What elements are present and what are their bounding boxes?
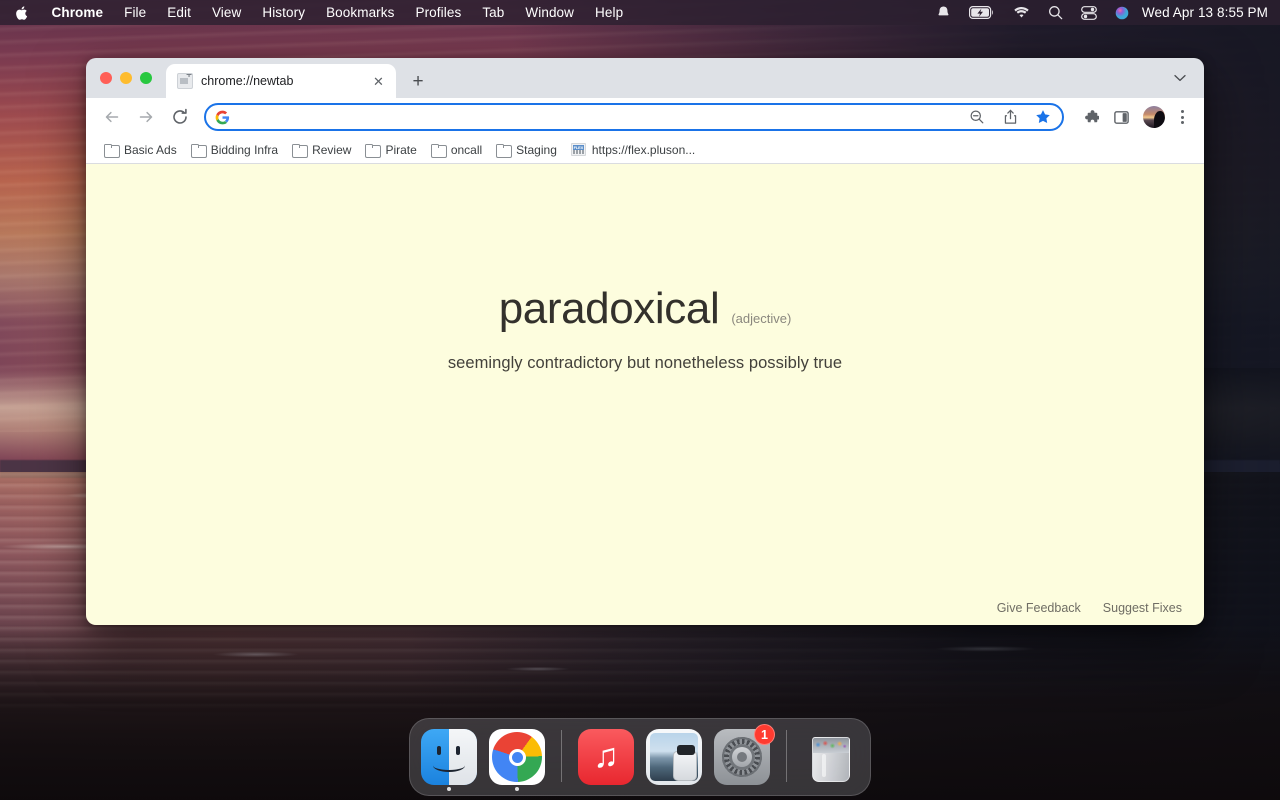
part-of-speech: (adjective)	[731, 311, 791, 326]
bookmark-oncall[interactable]: oncall	[425, 140, 490, 160]
forward-button[interactable]	[132, 103, 160, 131]
tab-search-chevron-down-icon[interactable]	[1168, 74, 1192, 82]
maximize-window-button[interactable]	[140, 72, 152, 84]
bookmark-label: Basic Ads	[124, 143, 177, 157]
dock-item-system-settings[interactable]: 1	[713, 727, 771, 785]
bookmark-label: https://flex.pluson...	[592, 143, 695, 157]
folder-icon	[431, 144, 445, 156]
finder-icon	[421, 729, 477, 785]
running-indicator-dot	[447, 787, 451, 791]
extensions-puzzle-icon[interactable]	[1077, 104, 1103, 130]
menu-bar-status-items: Wed Apr 13 8:55 PM	[927, 5, 1268, 20]
bookmark-flex-pluson[interactable]: FLEX https://flex.pluson...	[565, 140, 703, 160]
siri-icon[interactable]	[1106, 6, 1138, 20]
trash-icon	[803, 729, 859, 785]
folder-icon	[365, 144, 379, 156]
menu-bar-clock[interactable]: Wed Apr 13 8:55 PM	[1138, 5, 1268, 20]
spotlight-search-icon[interactable]	[1039, 5, 1072, 20]
word-of-the-day: paradoxical	[499, 284, 720, 334]
minimize-window-button[interactable]	[120, 72, 132, 84]
folder-icon	[292, 144, 306, 156]
notification-badge: 1	[754, 724, 775, 745]
menu-bar-items: Chrome File Edit View History Bookmarks …	[0, 0, 634, 25]
tab-strip-right	[1168, 58, 1204, 98]
folder-icon	[191, 144, 205, 156]
bookmark-label: Bidding Infra	[211, 143, 278, 157]
dock-separator	[786, 730, 787, 782]
dock-item-trash[interactable]	[802, 727, 860, 785]
menu-item-chrome[interactable]: Chrome	[41, 0, 114, 25]
dock-item-finder[interactable]	[420, 727, 478, 785]
menu-item-profiles[interactable]: Profiles	[405, 0, 472, 25]
zoom-out-icon[interactable]	[966, 106, 988, 128]
page-footer-links: Give Feedback Suggest Fixes	[997, 601, 1182, 615]
music-icon: ♫	[578, 729, 634, 785]
new-tab-button[interactable]: +	[404, 67, 432, 95]
word-heading-block: paradoxical (adjective)	[499, 284, 792, 334]
menu-item-view[interactable]: View	[201, 0, 251, 25]
notification-bell-icon[interactable]	[927, 5, 960, 20]
macos-menu-bar: Chrome File Edit View History Bookmarks …	[0, 0, 1280, 25]
new-tab-page-content: paradoxical (adjective) seemingly contra…	[86, 164, 1204, 625]
three-dot-menu-icon[interactable]	[1170, 104, 1194, 130]
tab-title: chrome://newtab	[201, 74, 362, 88]
running-indicator-dot	[515, 787, 519, 791]
chrome-icon	[489, 729, 545, 785]
dock-item-music[interactable]: ♫	[577, 727, 635, 785]
browser-tab-active[interactable]: chrome://newtab ✕	[166, 64, 396, 98]
menu-item-edit[interactable]: Edit	[157, 0, 202, 25]
folder-icon	[104, 144, 118, 156]
bookmark-bidding-infra[interactable]: Bidding Infra	[185, 140, 286, 160]
bookmark-basic-ads[interactable]: Basic Ads	[98, 140, 185, 160]
tab-strip: chrome://newtab ✕ +	[86, 58, 1204, 98]
suggest-fixes-link[interactable]: Suggest Fixes	[1103, 601, 1182, 615]
menu-item-window[interactable]: Window	[515, 0, 585, 25]
bookmark-label: Review	[312, 143, 351, 157]
menu-item-history[interactable]: History	[252, 0, 316, 25]
bookmark-label: oncall	[451, 143, 482, 157]
chrome-browser-window: chrome://newtab ✕ +	[86, 58, 1204, 625]
browser-toolbar	[86, 98, 1204, 136]
side-panel-icon[interactable]	[1108, 104, 1134, 130]
bookmarks-bar: Basic Ads Bidding Infra Review Pirate on…	[86, 136, 1204, 164]
bookmark-pirate[interactable]: Pirate	[359, 140, 424, 160]
google-g-icon	[215, 110, 230, 125]
menu-item-tab[interactable]: Tab	[472, 0, 515, 25]
newtab-favicon	[177, 73, 193, 89]
bookmark-star-icon[interactable]	[1032, 106, 1054, 128]
window-traffic-lights	[100, 58, 166, 98]
bookmark-label: Staging	[516, 143, 557, 157]
share-icon[interactable]	[999, 106, 1021, 128]
menu-item-bookmarks[interactable]: Bookmarks	[316, 0, 405, 25]
preview-icon	[646, 729, 702, 785]
address-bar[interactable]	[204, 103, 1064, 131]
bookmark-staging[interactable]: Staging	[490, 140, 565, 160]
word-definition: seemingly contradictory but nonetheless …	[448, 354, 842, 373]
close-tab-icon[interactable]: ✕	[370, 73, 387, 90]
dock-separator	[561, 730, 562, 782]
battery-charging-icon[interactable]	[960, 6, 1004, 19]
profile-avatar[interactable]	[1143, 106, 1165, 128]
bookmark-label: Pirate	[385, 143, 416, 157]
give-feedback-link[interactable]: Give Feedback	[997, 601, 1081, 615]
apple-logo-icon[interactable]	[0, 5, 41, 21]
back-button[interactable]	[98, 103, 126, 131]
reload-button[interactable]	[166, 103, 194, 131]
flex-favicon: FLEX	[571, 143, 586, 156]
macos-dock: ♫ 1	[409, 718, 871, 796]
dock-item-chrome[interactable]	[488, 727, 546, 785]
menu-item-file[interactable]: File	[114, 0, 157, 25]
folder-icon	[496, 144, 510, 156]
dock-item-preview[interactable]	[645, 727, 703, 785]
bookmark-review[interactable]: Review	[286, 140, 359, 160]
menu-item-help[interactable]: Help	[585, 0, 634, 25]
control-center-icon[interactable]	[1072, 6, 1106, 20]
close-window-button[interactable]	[100, 72, 112, 84]
wifi-icon[interactable]	[1004, 6, 1039, 19]
